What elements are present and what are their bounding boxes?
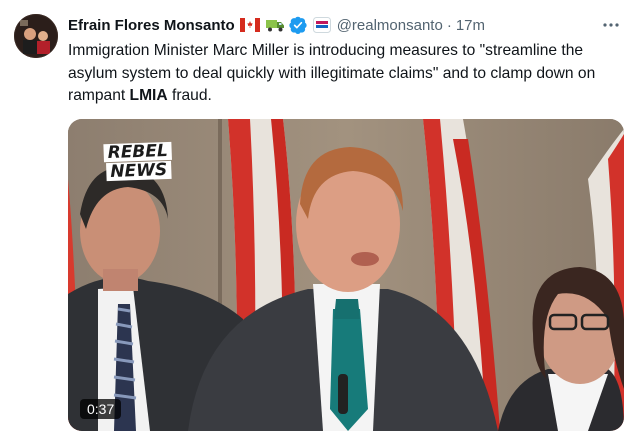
timestamp[interactable]: 17m [456, 17, 485, 34]
canada-flag-icon [239, 18, 260, 32]
tweet-text: Immigration Minister Marc Miller is intr… [68, 40, 624, 108]
verified-badge-icon[interactable] [289, 16, 307, 34]
author-name[interactable]: Efrain Flores Monsanto [68, 17, 235, 34]
video-duration: 0:37 [80, 399, 122, 419]
truck-icon [265, 17, 285, 33]
tweet-header: Efrain Flores Monsanto @realmonsanto · 1… [68, 14, 485, 36]
affiliate-badge-icon[interactable] [312, 17, 331, 33]
video-player[interactable]: REBEL NEWS 0:37 [68, 119, 624, 431]
separator: · [446, 16, 452, 34]
rebel-news-watermark: REBEL NEWS [103, 141, 173, 182]
tweet-text-bold: LMIA [129, 87, 168, 104]
author-handle[interactable]: @realmonsanto [337, 17, 443, 34]
watermark-line1: REBEL [103, 141, 173, 163]
more-options-icon[interactable] [598, 14, 624, 36]
avatar[interactable] [14, 14, 58, 58]
tweet-text-end: fraud. [167, 87, 212, 104]
tweet[interactable]: Efrain Flores Monsanto @realmonsanto · 1… [0, 0, 640, 438]
avatar-image [14, 14, 58, 58]
watermark-line2: NEWS [106, 160, 172, 182]
